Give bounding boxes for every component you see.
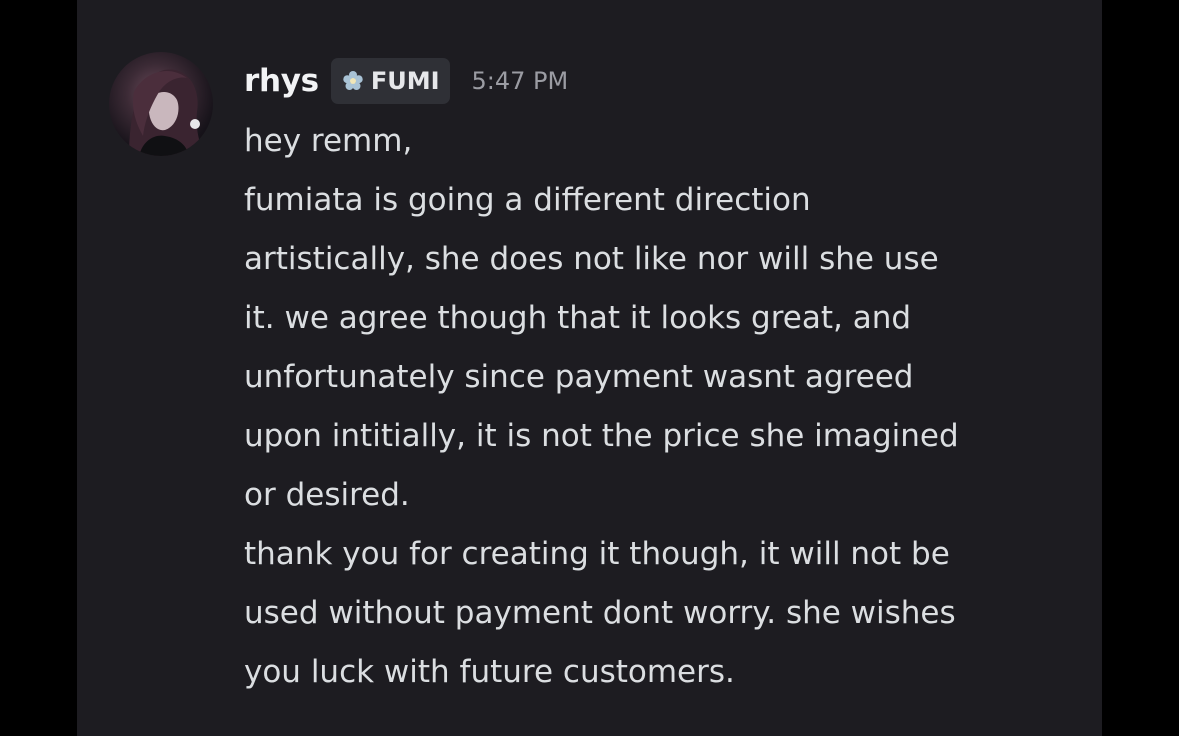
message-line: it. we agree though that it looks great,…: [244, 300, 912, 336]
server-tag[interactable]: FUMI: [330, 58, 450, 104]
message-line: artistically, she does not like nor will…: [244, 241, 939, 277]
message-line: you luck with future customers.: [244, 654, 735, 690]
message-header: rhys FUMI 5:47 PM: [244, 56, 568, 106]
message-line: used without payment dont worry. she wis…: [244, 595, 956, 631]
message-line: unfortunately since payment wasnt agreed: [244, 359, 914, 395]
server-tag-label: FUMI: [370, 67, 440, 95]
message-line: hey remm,: [244, 123, 413, 159]
message-line: upon intitially, it is not the price she…: [244, 418, 959, 454]
flower-icon: [343, 71, 363, 90]
username[interactable]: rhys: [244, 63, 319, 99]
message-content: hey remm, fumiata is going a different d…: [244, 112, 1094, 702]
message-timestamp[interactable]: 5:47 PM: [472, 67, 569, 95]
message-line: or desired.: [244, 477, 410, 513]
user-avatar[interactable]: [109, 52, 213, 156]
message-line: fumiata is going a different direction: [244, 182, 811, 218]
message-line: thank you for creating it though, it wil…: [244, 536, 950, 572]
